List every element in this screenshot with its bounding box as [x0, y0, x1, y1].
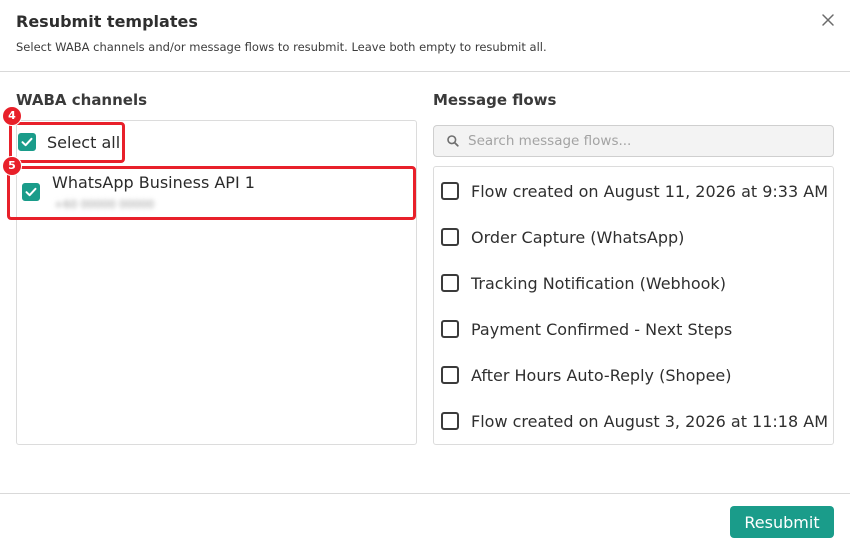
message-flow-label: Tracking Notification (Webhook) — [471, 273, 726, 293]
message-flow-label: Payment Confirmed - Next Steps — [471, 319, 733, 339]
dialog-header: Resubmit templates Select WABA channels … — [0, 0, 850, 72]
message-flows-list: Flow created on August 11, 2026 at 9:33 … — [433, 166, 834, 445]
message-flow-item[interactable]: Payment Confirmed - Next Steps — [441, 319, 732, 339]
annotation-badge: 5 — [2, 156, 22, 176]
message-flow-label: Order Capture (WhatsApp) — [471, 227, 685, 247]
message-flow-checkbox[interactable] — [441, 182, 459, 200]
message-flow-label: Flow created on August 11, 2026 at 9:33 … — [471, 181, 828, 201]
waba-channels-title: WABA channels — [16, 91, 148, 109]
annotation-highlight-channel — [7, 166, 416, 220]
resubmit-button[interactable]: Resubmit — [730, 506, 834, 538]
message-flow-item[interactable]: Tracking Notification (Webhook) — [441, 273, 726, 293]
annotation-badge: 4 — [2, 106, 22, 126]
dialog-title: Resubmit templates — [16, 12, 198, 31]
message-flow-item[interactable]: Flow created on August 11, 2026 at 9:33 … — [441, 181, 828, 201]
close-icon — [822, 14, 834, 26]
dialog-footer — [0, 493, 850, 550]
message-flow-checkbox[interactable] — [441, 366, 459, 384]
message-flow-checkbox[interactable] — [441, 412, 459, 430]
annotation-highlight-select-all — [9, 122, 125, 163]
message-flow-item[interactable]: Order Capture (WhatsApp) — [441, 227, 684, 247]
message-flow-checkbox[interactable] — [441, 274, 459, 292]
search-input[interactable] — [468, 130, 823, 152]
message-flow-checkbox[interactable] — [441, 320, 459, 338]
message-flow-checkbox[interactable] — [441, 228, 459, 246]
message-flows-title: Message flows — [433, 91, 557, 109]
resubmit-templates-dialog: Resubmit templates Select WABA channels … — [0, 0, 850, 550]
dialog-subtitle: Select WABA channels and/or message flow… — [16, 40, 547, 54]
message-flows-search[interactable] — [433, 125, 834, 157]
search-icon — [447, 135, 459, 147]
message-flow-label: Flow created on August 3, 2026 at 11:18 … — [471, 411, 828, 431]
message-flow-item[interactable]: Flow created on August 3, 2026 at 11:18 … — [441, 411, 828, 431]
close-button[interactable] — [818, 10, 838, 30]
message-flow-label: After Hours Auto-Reply (Shopee) — [471, 365, 732, 385]
message-flow-item[interactable]: After Hours Auto-Reply (Shopee) — [441, 365, 732, 385]
